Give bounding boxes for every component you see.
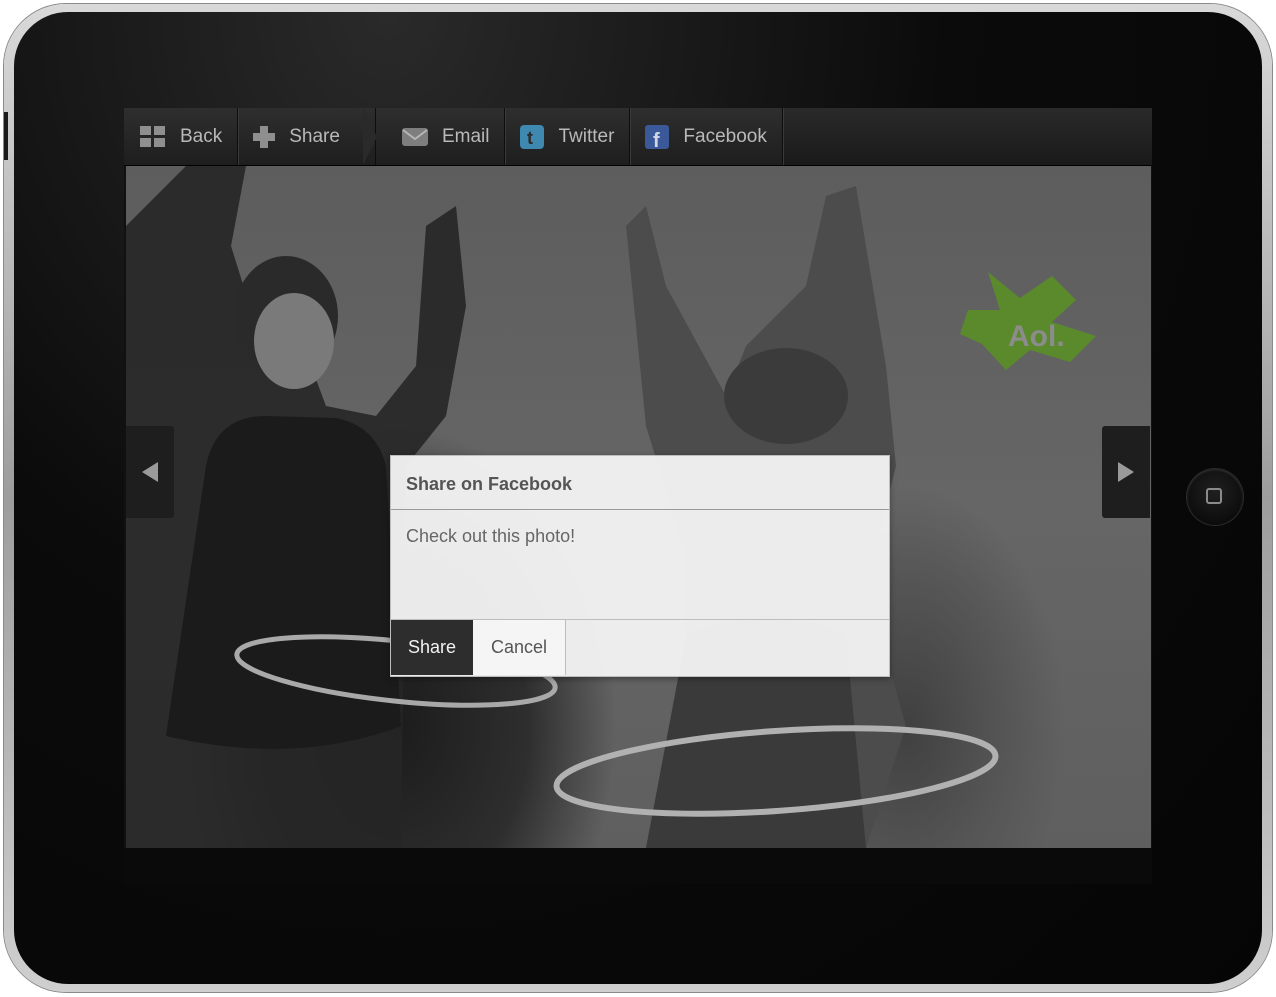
bottom-bar bbox=[124, 848, 1152, 884]
back-label: Back bbox=[180, 125, 223, 147]
next-photo-button[interactable] bbox=[1102, 426, 1150, 518]
svg-text:f: f bbox=[653, 130, 660, 149]
home-button-icon bbox=[1206, 488, 1222, 504]
share-button[interactable]: Share bbox=[239, 108, 377, 165]
grid-icon bbox=[140, 125, 166, 148]
app-screen: Back Share Email t Twitter f Facebook Ao… bbox=[124, 108, 1152, 884]
previous-photo-button[interactable] bbox=[126, 426, 174, 518]
plus-icon bbox=[253, 125, 276, 148]
share-message-field[interactable]: Check out this photo! bbox=[391, 510, 889, 620]
logo-text: Aol. bbox=[1008, 320, 1065, 353]
photo-viewer: Aol. Share on Facebook Check out this ph… bbox=[126, 166, 1151, 848]
twitter-button[interactable]: t Twitter bbox=[506, 108, 632, 165]
share-dialog: Share on Facebook Check out this photo! … bbox=[390, 455, 890, 677]
cancel-button[interactable]: Cancel bbox=[473, 620, 566, 675]
share-submit-button[interactable]: Share bbox=[391, 620, 473, 675]
home-button[interactable] bbox=[1187, 469, 1243, 525]
envelope-icon bbox=[401, 126, 428, 148]
aol-logo: Aol. bbox=[960, 270, 1098, 377]
triangle-left-icon bbox=[142, 462, 158, 482]
twitter-label: Twitter bbox=[558, 125, 615, 147]
email-label: Email bbox=[441, 125, 490, 147]
twitter-icon: t bbox=[520, 124, 545, 149]
dialog-title: Share on Facebook bbox=[391, 456, 889, 510]
facebook-button[interactable]: f Facebook bbox=[631, 108, 784, 165]
triangle-right-icon bbox=[1118, 462, 1134, 482]
toolbar: Back Share Email t Twitter f Facebook bbox=[124, 108, 1152, 166]
back-button[interactable]: Back bbox=[124, 108, 240, 165]
svg-text:t: t bbox=[527, 128, 533, 148]
side-button bbox=[4, 112, 8, 160]
dialog-actions: Share Cancel bbox=[391, 620, 889, 675]
facebook-label: Facebook bbox=[683, 125, 767, 147]
facebook-icon: f bbox=[645, 124, 670, 149]
share-label: Share bbox=[289, 125, 340, 147]
email-button[interactable]: Email bbox=[375, 108, 507, 165]
